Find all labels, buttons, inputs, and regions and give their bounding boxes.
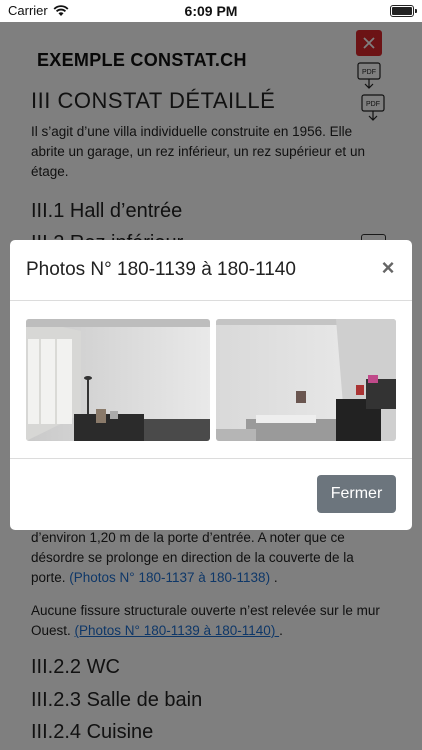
modal-close-icon[interactable]: × [378, 257, 398, 279]
modal-body [10, 301, 412, 459]
photo-thumbnail[interactable] [26, 319, 210, 441]
modal-footer: Fermer [10, 459, 412, 530]
modal-header: Photos N° 180-1139 à 180-1140 × [10, 240, 412, 301]
room-photo-image [26, 319, 210, 441]
modal-title: Photos N° 180-1139 à 180-1140 [26, 259, 296, 280]
status-time: 6:09 PM [184, 3, 238, 19]
close-modal-button[interactable]: Fermer [317, 475, 396, 513]
status-bar: Carrier 6:09 PM [0, 0, 422, 22]
photos-modal: Photos N° 180-1139 à 180-1140 × Fermer [10, 240, 412, 530]
room-photo-image [216, 319, 396, 441]
battery-icon [390, 5, 417, 17]
photo-thumbnail[interactable] [216, 319, 396, 441]
